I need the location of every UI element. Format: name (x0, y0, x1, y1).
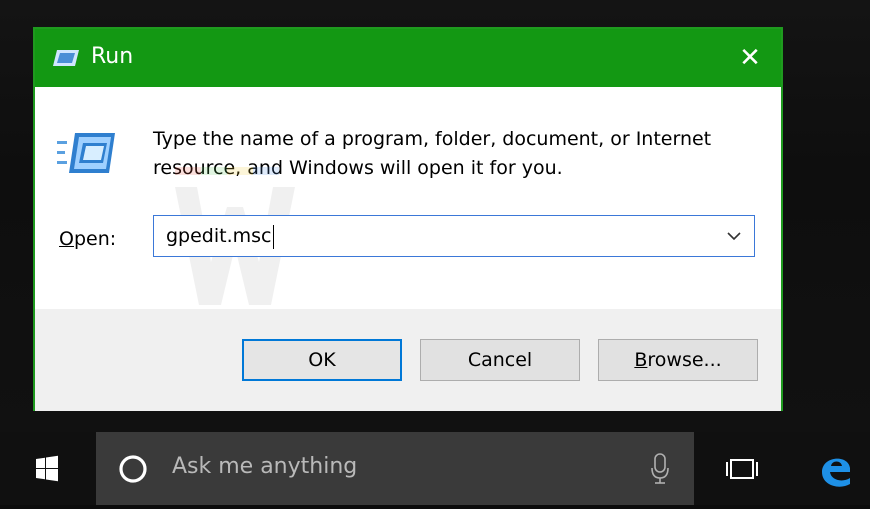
open-input-value: gpedit.msc (166, 225, 272, 247)
task-view-icon (726, 459, 758, 479)
taskbar: Ask me anything (0, 432, 870, 505)
start-button[interactable] (0, 432, 96, 505)
windows-logo-icon (36, 455, 58, 482)
instruction-line-1: Type the name of a program, folder, docu… (153, 128, 712, 150)
run-icon (53, 50, 79, 66)
browse-button[interactable]: Browse... (598, 339, 758, 381)
browse-accelerator: B (634, 349, 648, 371)
open-label: Open: (59, 228, 116, 250)
edge-button[interactable] (800, 432, 870, 505)
task-view-button[interactable] (714, 432, 770, 505)
run-program-icon (57, 133, 115, 173)
open-label-text: pen: (73, 228, 117, 250)
close-icon: ✕ (739, 43, 761, 73)
close-button[interactable]: ✕ (719, 29, 781, 87)
run-dialog: Run ✕ Type the name of a program, folder… (33, 27, 783, 411)
search-placeholder: Ask me anything (172, 454, 358, 479)
open-combobox[interactable]: gpedit.msc (153, 215, 755, 257)
cortana-circle-icon (119, 455, 147, 483)
dialog-body: Type the name of a program, folder, docu… (35, 87, 781, 309)
open-label-accelerator: O (59, 228, 74, 250)
open-input[interactable]: gpedit.msc (166, 216, 274, 256)
search-box[interactable]: Ask me anything (96, 432, 694, 505)
chevron-down-icon[interactable] (714, 216, 754, 256)
button-bar: OK Cancel Browse... (35, 309, 781, 411)
microphone-icon[interactable] (650, 452, 670, 486)
title-bar[interactable]: Run ✕ (35, 29, 781, 87)
instruction-line-2: resource, and Windows will open it for y… (153, 157, 563, 179)
dialog-title: Run (91, 44, 134, 69)
edge-browser-icon (822, 458, 850, 487)
instruction-text: Type the name of a program, folder, docu… (153, 125, 753, 183)
text-cursor (272, 224, 274, 249)
cancel-button[interactable]: Cancel (420, 339, 580, 381)
ok-button[interactable]: OK (242, 339, 402, 381)
browse-label: rowse... (647, 349, 722, 371)
